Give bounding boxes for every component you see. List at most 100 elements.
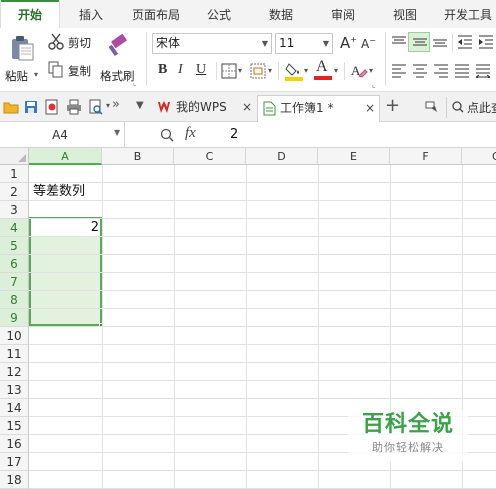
chevron-down-icon[interactable]: ▼ (114, 128, 120, 137)
chevron-down-icon[interactable]: ▾ (369, 66, 373, 75)
save-icon[interactable] (24, 100, 38, 114)
formula-input[interactable]: 2 (222, 122, 496, 148)
grid-row-line (29, 470, 496, 471)
paste-button[interactable]: 粘贴 ▾ (4, 32, 42, 86)
clear-format-icon[interactable]: A (350, 62, 368, 80)
distributed-align-icon[interactable] (475, 64, 491, 78)
pin-tab-icon[interactable] (425, 101, 438, 113)
doc-tab-workbook1[interactable]: 工作簿1 * × (257, 95, 380, 122)
row-header-4[interactable]: 4 (0, 219, 29, 237)
chevron-down-icon[interactable]: ▾ (268, 66, 272, 75)
align-right-icon[interactable] (433, 64, 449, 78)
open-folder-icon[interactable] (3, 100, 19, 114)
grow-font-button[interactable]: A+ (340, 34, 357, 52)
underline-button[interactable]: U (196, 62, 206, 78)
tab-developer[interactable]: 开发工具 (440, 0, 496, 28)
close-tab-icon[interactable]: × (242, 95, 252, 120)
italic-button[interactable]: I (178, 62, 183, 78)
grid-row-line (29, 344, 496, 345)
name-box[interactable]: A4 (0, 124, 120, 146)
doc-tab-label: 工作簿1 * (280, 101, 334, 115)
row-header-12[interactable]: 12 (0, 363, 29, 381)
insert-function-button[interactable]: fx (185, 125, 196, 142)
row-header-11[interactable]: 11 (0, 345, 29, 363)
font-name-select[interactable]: 宋体 ▼ (152, 33, 272, 54)
tab-data[interactable]: 数据 (258, 0, 304, 28)
align-center-icon[interactable] (412, 64, 428, 78)
ribbon-separator (385, 32, 386, 86)
print-icon[interactable] (66, 99, 82, 115)
align-bottom-icon[interactable] (432, 35, 448, 49)
row-header-15[interactable]: 15 (0, 417, 29, 435)
column-header-g[interactable]: G (462, 148, 496, 165)
chevron-down-icon[interactable]: ▾ (238, 66, 242, 75)
chevron-down-icon[interactable]: ▾ (334, 66, 338, 75)
row-header-14[interactable]: 14 (0, 399, 29, 417)
column-header-c[interactable]: C (174, 148, 246, 165)
close-tab-icon[interactable]: × (365, 96, 375, 121)
column-header-d[interactable]: D (246, 148, 318, 165)
print-preview-icon[interactable] (88, 99, 104, 115)
more-tools-icon[interactable]: » (112, 97, 120, 112)
column-header-b[interactable]: B (102, 148, 174, 165)
justify-icon[interactable] (454, 64, 470, 78)
align-middle-button[interactable] (408, 32, 430, 52)
grid-row-line (29, 308, 496, 309)
grid-row-line (29, 218, 496, 219)
row-header-18[interactable]: 18 (0, 471, 29, 489)
tab-review[interactable]: 审阅 (320, 0, 366, 28)
increase-indent-icon[interactable] (478, 35, 494, 49)
row-header-5[interactable]: 5 (0, 237, 29, 255)
merge-cells-icon[interactable] (250, 63, 266, 79)
grid-row-line (29, 290, 496, 291)
zoom-formula-icon[interactable] (160, 128, 174, 142)
row-header-7[interactable]: 7 (0, 273, 29, 291)
row-header-13[interactable]: 13 (0, 381, 29, 399)
decrease-indent-icon[interactable] (457, 35, 473, 49)
copy-button[interactable]: 复制 (46, 60, 96, 80)
row-header-17[interactable]: 17 (0, 453, 29, 471)
search-box[interactable]: 点此查 (446, 97, 496, 118)
clipboard-launcher-icon[interactable]: ⌞ (133, 78, 137, 87)
border-icon[interactable] (221, 63, 237, 79)
fill-color-icon[interactable] (285, 61, 303, 81)
tab-formulas[interactable]: 公式 (196, 0, 242, 28)
font-size-select[interactable]: 11 ▼ (275, 33, 333, 54)
row-header-3[interactable]: 3 (0, 201, 29, 219)
bold-button[interactable]: B (158, 62, 167, 78)
grid-row-line (29, 362, 496, 363)
row-header-9[interactable]: 9 (0, 309, 29, 327)
align-left-icon[interactable] (391, 64, 407, 78)
menu-bar: 开始 插入 页面布局 公式 数据 审阅 视图 开发工具 (0, 0, 496, 28)
row-header-2[interactable]: 2 (0, 183, 29, 201)
select-all-corner[interactable] (0, 148, 29, 165)
doc-tab-my-wps[interactable]: 我的WPS × (154, 95, 256, 122)
cell-a2[interactable]: 等差数列 (33, 183, 85, 201)
row-header-6[interactable]: 6 (0, 255, 29, 273)
watermark-title: 百科全说 (361, 412, 454, 437)
export-pdf-icon[interactable] (44, 99, 60, 115)
column-header-a[interactable]: A (29, 148, 102, 165)
column-header-f[interactable]: F (390, 148, 462, 165)
row-header-16[interactable]: 16 (0, 435, 29, 453)
shrink-font-button[interactable]: A− (361, 36, 376, 51)
row-header-1[interactable]: 1 (0, 165, 29, 183)
new-tab-button[interactable]: + (385, 95, 400, 116)
chevron-down-icon[interactable]: ▾ (304, 66, 308, 75)
tab-page-layout[interactable]: 页面布局 (124, 0, 188, 28)
cut-button[interactable]: 剪切 (46, 32, 96, 52)
paste-dropdown-icon[interactable]: ▾ (34, 70, 38, 79)
chevron-down-icon[interactable]: ▾ (106, 101, 110, 110)
font-launcher-icon[interactable]: ⌞ (372, 80, 376, 89)
cell-a4[interactable]: 2 (31, 219, 99, 237)
column-header-e[interactable]: E (318, 148, 390, 165)
font-color-button[interactable]: A (314, 58, 332, 82)
chevron-down-icon: ▼ (261, 39, 268, 48)
row-header-8[interactable]: 8 (0, 291, 29, 309)
tab-view[interactable]: 视图 (382, 0, 428, 28)
row-header-10[interactable]: 10 (0, 327, 29, 345)
tab-home[interactable]: 开始 (0, 0, 60, 28)
align-top-icon[interactable] (391, 35, 407, 49)
tab-list-dropdown-icon[interactable]: ▼ (136, 100, 144, 111)
tab-insert[interactable]: 插入 (66, 0, 116, 28)
